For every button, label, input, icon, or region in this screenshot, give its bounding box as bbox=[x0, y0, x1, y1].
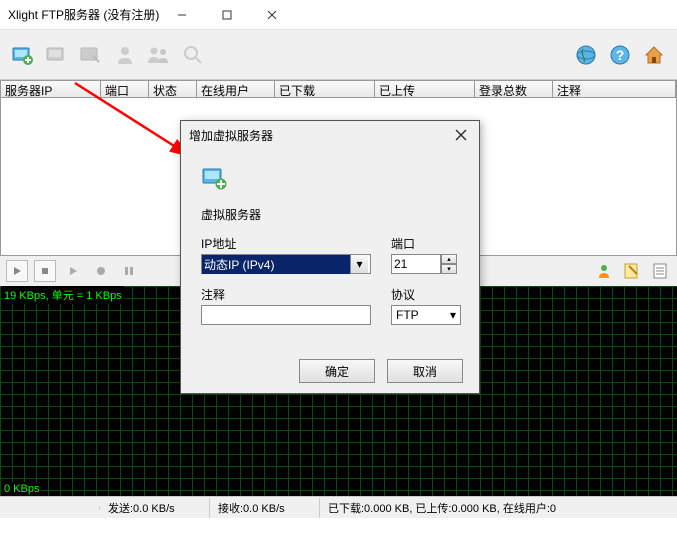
dialog-server-icon bbox=[201, 165, 459, 194]
col-status[interactable]: 状态 bbox=[149, 81, 197, 97]
close-button[interactable] bbox=[249, 0, 294, 29]
user-status-icon[interactable] bbox=[593, 260, 615, 282]
dialog-titlebar: 增加虚拟服务器 bbox=[181, 121, 479, 149]
play-button[interactable] bbox=[6, 260, 28, 282]
cancel-button[interactable]: 取消 bbox=[387, 359, 463, 383]
edit-icon[interactable] bbox=[621, 260, 643, 282]
protocol-select[interactable]: FTP ▾ bbox=[391, 305, 461, 325]
col-login-count[interactable]: 登录总数 bbox=[475, 81, 553, 97]
dialog-section-label: 虚拟服务器 bbox=[201, 206, 459, 223]
status-summary: 已下载:0.000 KB, 已上传:0.000 KB, 在线用户:0 bbox=[320, 498, 677, 518]
status-bar: 发送:0.0 KB/s 接收:0.0 KB/s 已下载:0.000 KB, 已上… bbox=[0, 496, 677, 518]
server-settings-icon[interactable] bbox=[42, 40, 72, 70]
record-button[interactable] bbox=[90, 260, 112, 282]
col-port[interactable]: 端口 bbox=[101, 81, 149, 97]
port-input[interactable] bbox=[391, 254, 441, 274]
status-recv: 接收:0.0 KB/s bbox=[210, 498, 320, 518]
ip-select[interactable]: 动态IP (IPv4) ▾ bbox=[201, 254, 371, 274]
port-spin-up[interactable]: ▴ bbox=[441, 254, 457, 264]
protocol-value: FTP bbox=[396, 308, 450, 322]
port-label: 端口 bbox=[391, 235, 457, 252]
comment-input[interactable] bbox=[201, 305, 371, 325]
graph-top-label: 19 KBps, 单元 = 1 KBps bbox=[2, 286, 124, 304]
window-title: Xlight FTP服务器 (没有注册) bbox=[8, 6, 159, 23]
col-online-users[interactable]: 在线用户 bbox=[197, 81, 275, 97]
chevron-down-icon: ▾ bbox=[350, 255, 368, 273]
col-downloaded[interactable]: 已下载 bbox=[275, 81, 375, 97]
users-group-icon[interactable] bbox=[144, 40, 174, 70]
col-uploaded[interactable]: 已上传 bbox=[375, 81, 475, 97]
ip-value: 动态IP (IPv4) bbox=[202, 255, 350, 274]
comment-label: 注释 bbox=[201, 286, 371, 303]
titlebar: Xlight FTP服务器 (没有注册) bbox=[0, 0, 677, 30]
dialog-close-button[interactable] bbox=[451, 125, 471, 145]
stop-button[interactable] bbox=[34, 260, 56, 282]
svg-text:?: ? bbox=[616, 47, 625, 63]
port-spin-down[interactable]: ▾ bbox=[441, 264, 457, 274]
protocol-label: 协议 bbox=[391, 286, 461, 303]
pause-button[interactable] bbox=[118, 260, 140, 282]
globe-icon[interactable] bbox=[571, 40, 601, 70]
log-icon[interactable] bbox=[649, 260, 671, 282]
graph-bottom-label: 0 KBps bbox=[2, 482, 41, 496]
col-comment[interactable]: 注释 bbox=[553, 81, 676, 97]
maximize-button[interactable] bbox=[204, 0, 249, 29]
play-alt-button[interactable] bbox=[62, 260, 84, 282]
dialog-title: 增加虚拟服务器 bbox=[189, 127, 273, 144]
help-icon[interactable]: ? bbox=[605, 40, 635, 70]
ip-label: IP地址 bbox=[201, 235, 371, 252]
user-icon[interactable] bbox=[110, 40, 140, 70]
ok-button[interactable]: 确定 bbox=[299, 359, 375, 383]
column-headers: 服务器IP 端口 状态 在线用户 已下载 已上传 登录总数 注释 bbox=[0, 80, 677, 98]
main-toolbar: ? bbox=[0, 30, 677, 80]
server-delete-icon[interactable] bbox=[76, 40, 106, 70]
minimize-button[interactable] bbox=[159, 0, 204, 29]
add-server-dialog: 增加虚拟服务器 虚拟服务器 IP地址 动态IP (IPv4) ▾ 端口 bbox=[180, 120, 480, 394]
search-icon[interactable] bbox=[178, 40, 208, 70]
status-send: 发送:0.0 KB/s bbox=[100, 498, 210, 518]
chevron-down-icon: ▾ bbox=[450, 308, 456, 322]
add-server-icon[interactable] bbox=[8, 40, 38, 70]
col-server-ip[interactable]: 服务器IP bbox=[1, 81, 101, 97]
status-empty bbox=[0, 506, 100, 510]
home-icon[interactable] bbox=[639, 40, 669, 70]
